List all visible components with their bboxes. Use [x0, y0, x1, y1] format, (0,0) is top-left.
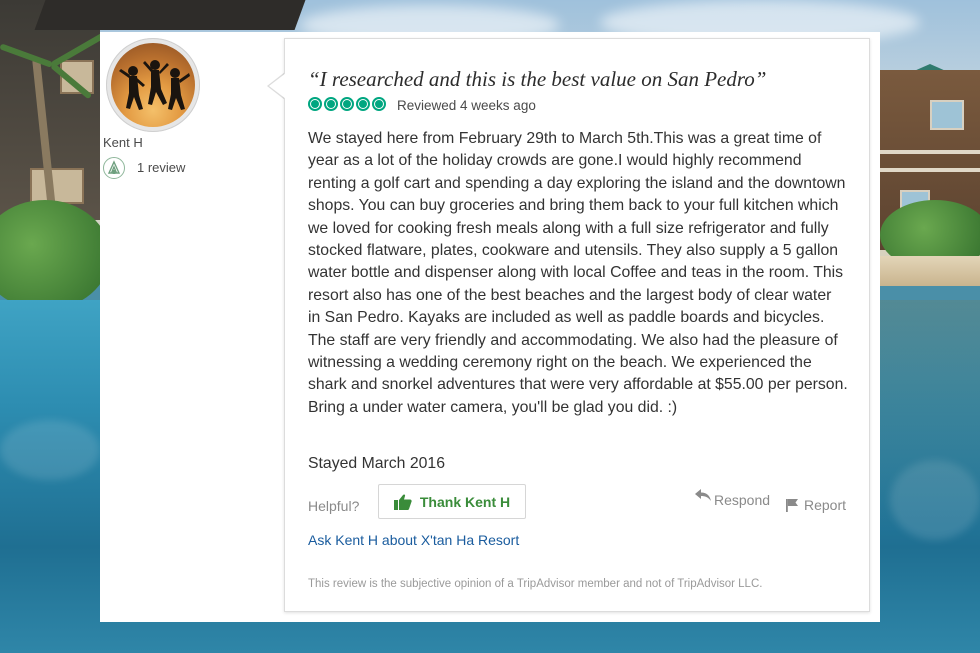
report-button[interactable]: Report: [785, 497, 846, 513]
balcony-rail: [880, 150, 980, 154]
review-bubble: “I researched and this is the best value…: [284, 38, 870, 612]
avatar[interactable]: [111, 43, 195, 127]
review-title[interactable]: “I researched and this is the best value…: [308, 67, 868, 92]
reviewed-date: Reviewed 4 weeks ago: [397, 98, 536, 113]
respond-button[interactable]: Respond: [695, 487, 770, 508]
thumbs-up-icon: [393, 493, 412, 510]
disclaimer: This review is the subjective opinion of…: [308, 578, 763, 590]
report-label: Report: [804, 497, 847, 513]
rating-bubble-icon: [308, 97, 322, 111]
reply-arrow-icon: [695, 489, 711, 501]
flag-icon: [786, 499, 798, 512]
water-ripple: [0, 420, 100, 480]
ask-reviewer-link[interactable]: Ask Kent H about X'tan Ha Resort: [308, 532, 519, 548]
water-reflection: [880, 300, 980, 530]
rating-bubble-icon: [356, 97, 370, 111]
balcony-rail: [880, 168, 980, 172]
window: [930, 100, 964, 130]
rating-bubble-icon: [324, 97, 338, 111]
avatar-silhouettes-image: [119, 60, 190, 110]
respond-label: Respond: [714, 492, 771, 508]
review-body: We stayed here from February 29th to Mar…: [308, 130, 848, 416]
helpful-label: Helpful?: [308, 498, 360, 514]
reviewer-name[interactable]: Kent H: [103, 135, 143, 150]
building-roof: [34, 0, 306, 30]
pool-deck: [880, 256, 980, 286]
rating-bubble-icon: [340, 97, 354, 111]
traveler-badge-icon: [103, 157, 125, 179]
speech-pointer-inner: [269, 73, 286, 99]
review-count[interactable]: 1 review: [137, 160, 185, 175]
review-card: Kent H 1 review “I researched and this i…: [100, 32, 880, 622]
thank-button-label: Thank Kent H: [419, 493, 511, 510]
window: [30, 168, 84, 204]
rating-bubble-icon: [372, 97, 386, 111]
thank-button[interactable]: Thank Kent H: [378, 484, 526, 519]
rating-bubbles: [308, 97, 386, 111]
stay-date: Stayed March 2016: [308, 455, 445, 472]
